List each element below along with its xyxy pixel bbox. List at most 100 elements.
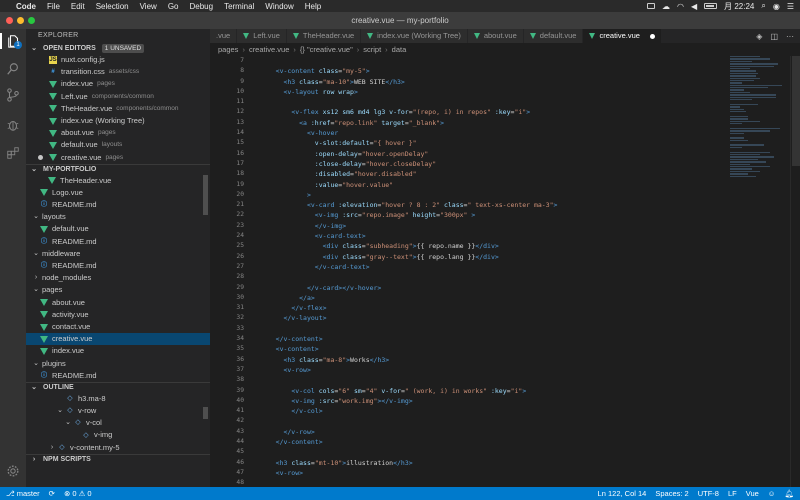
- tab-default-vue[interactable]: default.vue: [523, 29, 584, 43]
- scrollbar-thumb[interactable]: [792, 56, 800, 166]
- tab-creative-vue[interactable]: creative.vue: [583, 29, 662, 43]
- file-item[interactable]: index.vue: [26, 345, 210, 357]
- folder-item[interactable]: ⌄ pages: [26, 284, 210, 296]
- file-item[interactable]: ⓘ README.md: [26, 370, 210, 382]
- indentation[interactable]: Spaces: 2: [655, 489, 688, 498]
- open-editor-item[interactable]: Left.vue components/common: [26, 91, 210, 103]
- control-center-icon[interactable]: ☰: [787, 2, 794, 11]
- code-line[interactable]: <v-content class="my-5">: [260, 66, 730, 76]
- open-editor-item[interactable]: index.vue (Working Tree): [26, 115, 210, 127]
- minimize-window-button[interactable]: [17, 17, 24, 24]
- tab-index-vue-working-tree-[interactable]: index.vue (Working Tree): [361, 29, 468, 43]
- outline-item[interactable]: ◇ v-img: [26, 429, 210, 441]
- outline-item[interactable]: ⌄ ◇ v-col: [26, 417, 210, 429]
- menu-go[interactable]: Go: [168, 2, 179, 11]
- end-of-line[interactable]: LF: [728, 489, 737, 498]
- open-editors-header[interactable]: ⌄ OPEN EDITORS 1 UNSAVED: [26, 43, 210, 54]
- code-line[interactable]: [260, 56, 730, 66]
- file-item[interactable]: default.vue: [26, 223, 210, 235]
- menu-debug[interactable]: Debug: [189, 2, 213, 11]
- file-item[interactable]: creative.vue: [26, 333, 210, 346]
- battery-icon[interactable]: [704, 3, 718, 9]
- notifications-icon[interactable]: 🔔︎: [784, 489, 794, 498]
- outline-scroll-thumb[interactable]: [203, 406, 208, 419]
- minimap[interactable]: [730, 56, 790, 177]
- npm-scripts-header[interactable]: › NPM SCRIPTS: [26, 453, 210, 465]
- breadcrumb-item[interactable]: data: [392, 45, 407, 54]
- code-line[interactable]: [260, 272, 730, 282]
- code-line[interactable]: <v-hover: [260, 128, 730, 138]
- open-editor-item[interactable]: creative.vue pages: [26, 152, 210, 164]
- debug-icon[interactable]: [5, 117, 21, 133]
- file-item[interactable]: contact.vue: [26, 321, 210, 333]
- tab-about-vue[interactable]: about.vue: [467, 29, 524, 43]
- outline-header[interactable]: ⌄ OUTLINE: [26, 381, 210, 393]
- code-line[interactable]: </v-img>: [260, 221, 730, 231]
- code-line[interactable]: <div class="subheading">{{ repo.name }}<…: [260, 241, 730, 251]
- tab-theheader-vue[interactable]: TheHeader.vue: [286, 29, 362, 43]
- outline-item[interactable]: ⌄ ◇ v-row: [26, 405, 210, 417]
- menu-view[interactable]: View: [140, 2, 157, 11]
- screen-icon[interactable]: [646, 3, 655, 9]
- code-line[interactable]: >: [260, 190, 730, 200]
- code-lines[interactable]: <v-content class="my-5"> <h3 class="ma-1…: [260, 56, 730, 487]
- spotlight-icon[interactable]: ⌕: [761, 1, 765, 11]
- cursor-position[interactable]: Ln 122, Col 14: [598, 489, 647, 498]
- folder-item[interactable]: ⌄ plugins: [26, 358, 210, 370]
- tree-scroll-thumb[interactable]: [203, 174, 208, 215]
- code-line[interactable]: <v-row>: [260, 468, 730, 478]
- code-line[interactable]: <v-img :src="work.img"></v-img>: [260, 396, 730, 406]
- file-item[interactable]: about.vue: [26, 297, 210, 309]
- open-editor-item[interactable]: default.vue layouts: [26, 139, 210, 151]
- wifi-icon[interactable]: ◠: [677, 2, 684, 11]
- search-icon[interactable]: [5, 61, 21, 77]
- settings-gear-icon[interactable]: [5, 463, 21, 479]
- menu-terminal[interactable]: Terminal: [224, 2, 254, 11]
- code-line[interactable]: </a>: [260, 293, 730, 303]
- code-line[interactable]: [260, 478, 730, 487]
- code-line[interactable]: </v-layout>: [260, 313, 730, 323]
- code-line[interactable]: <v-card-text>: [260, 231, 730, 241]
- split-editor-icon[interactable]: ◫: [770, 32, 778, 41]
- open-editor-item[interactable]: about.vue pages: [26, 127, 210, 139]
- code-line[interactable]: <h3 class="ma-8">Works</h3>: [260, 355, 730, 365]
- code-line[interactable]: </v-flex>: [260, 303, 730, 313]
- menu-app[interactable]: Code: [16, 2, 36, 11]
- open-editor-item[interactable]: TheHeader.vue components/common: [26, 103, 210, 115]
- editor-scrollbar[interactable]: [790, 56, 800, 487]
- code-line[interactable]: :close-delay="hover.closeDelay": [260, 159, 730, 169]
- menu-help[interactable]: Help: [305, 2, 321, 11]
- file-item[interactable]: Logo.vue: [26, 187, 210, 199]
- code-line[interactable]: [260, 447, 730, 457]
- branch-indicator[interactable]: ⎇ master: [6, 489, 40, 498]
- more-actions-icon[interactable]: ···: [786, 32, 794, 41]
- breadcrumb-item[interactable]: pages: [218, 45, 238, 54]
- code-line[interactable]: </v-row>: [260, 427, 730, 437]
- volume-icon[interactable]: ◀: [691, 2, 697, 11]
- code-line[interactable]: <v-content>: [260, 344, 730, 354]
- code-line[interactable]: :value="hover.value": [260, 180, 730, 190]
- unsaved-dot-icon[interactable]: [649, 33, 655, 39]
- sync-icon[interactable]: ⟳: [49, 489, 55, 498]
- tab--vue[interactable]: .vue: [210, 29, 238, 43]
- tab-left-vue[interactable]: Left.vue: [237, 29, 287, 43]
- outline-item[interactable]: › ◇ v-content.my-5: [26, 442, 210, 454]
- zoom-window-button[interactable]: [28, 17, 35, 24]
- code-line[interactable]: <v-img :src="repo.image" height="300px" …: [260, 210, 730, 220]
- explorer-icon[interactable]: 1: [0, 33, 26, 49]
- open-changes-icon[interactable]: ◈: [756, 32, 762, 41]
- menu-edit[interactable]: Edit: [71, 2, 85, 11]
- code-line[interactable]: [260, 324, 730, 334]
- siri-icon[interactable]: ◉: [773, 2, 780, 11]
- clock[interactable]: 月 22:24: [724, 1, 754, 12]
- open-editor-item[interactable]: JS nuxt.config.js: [26, 54, 210, 66]
- folder-item[interactable]: ⌄ middleware: [26, 248, 210, 260]
- open-editor-item[interactable]: index.vue pages: [26, 78, 210, 90]
- source-control-icon[interactable]: [5, 87, 21, 103]
- breadcrumb-item[interactable]: creative.vue: [249, 45, 289, 54]
- folder-item[interactable]: › node_modules: [26, 272, 210, 284]
- project-header[interactable]: ⌄ MY-PORTFOLIO: [26, 163, 210, 175]
- code-line[interactable]: </v-card-text>: [260, 262, 730, 272]
- file-item[interactable]: ⓘ README.md: [26, 236, 210, 248]
- code-line[interactable]: </v-card></v-hover>: [260, 283, 730, 293]
